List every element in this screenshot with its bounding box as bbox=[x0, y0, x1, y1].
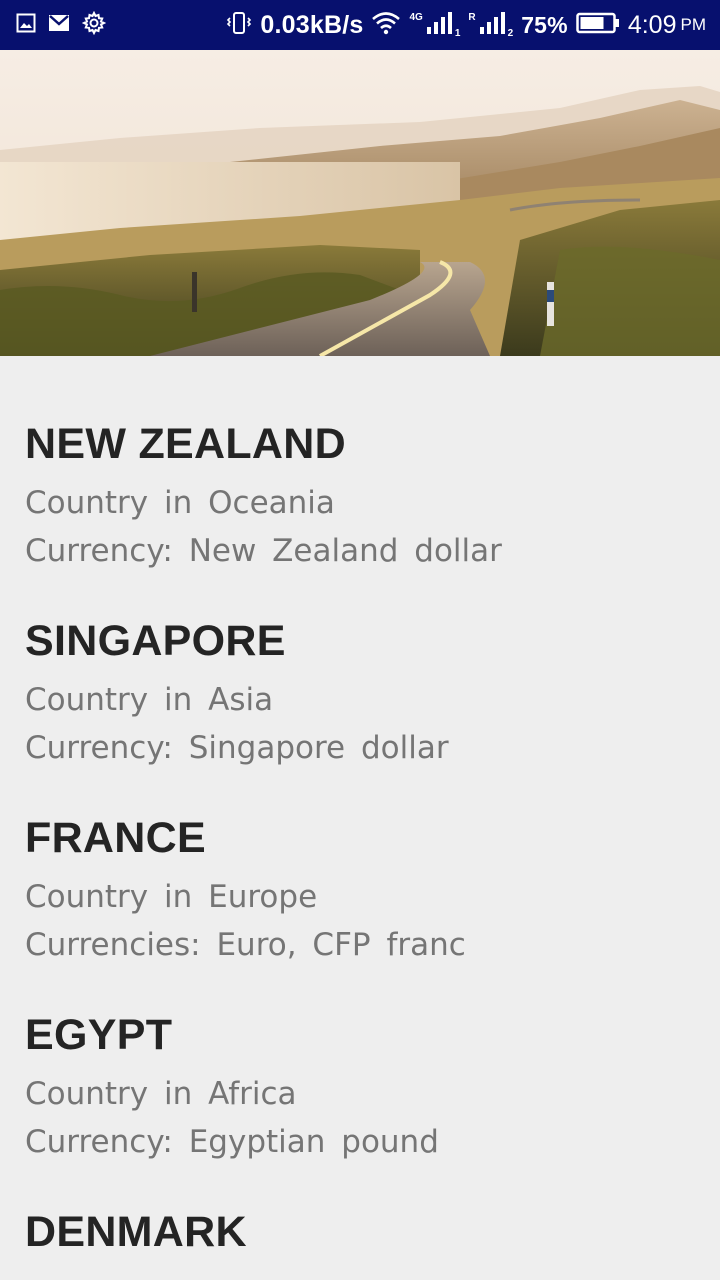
country-currency: Currencies: Euro, CFP franc bbox=[25, 927, 466, 963]
country-item-france[interactable]: FRANCE Country in Europe Currencies: Eur… bbox=[25, 803, 695, 969]
signal-icon bbox=[478, 11, 506, 40]
country-item-singapore[interactable]: SINGAPORE Country in Asia Currency: Sing… bbox=[25, 606, 695, 772]
country-region: Country in Europe bbox=[25, 879, 318, 915]
country-name: NEW ZEALAND bbox=[25, 420, 346, 468]
network-type-label: 4G bbox=[409, 11, 423, 23]
battery-icon bbox=[576, 12, 620, 39]
country-name: EGYPT bbox=[25, 1011, 173, 1059]
country-item-denmark[interactable]: DENMARK bbox=[25, 1197, 695, 1267]
country-region: Country in Africa bbox=[25, 1076, 297, 1112]
status-bar-right: 0.03kB/s 4G 1 R 2 75% 4:09 PM bbox=[226, 10, 706, 41]
sim2-label: 2 bbox=[507, 27, 514, 39]
battery-percent: 75% bbox=[521, 11, 568, 38]
settings-gear-icon bbox=[81, 10, 107, 40]
gmail-icon bbox=[48, 14, 70, 37]
country-currency: Currency: Singapore dollar bbox=[25, 730, 449, 766]
signal-icon bbox=[425, 11, 453, 40]
country-name: SINGAPORE bbox=[25, 617, 286, 665]
status-bar: 0.03kB/s 4G 1 R 2 75% 4:09 PM bbox=[0, 0, 720, 50]
status-bar-left bbox=[16, 10, 107, 40]
sim1-label: 1 bbox=[454, 27, 461, 39]
country-list: NEW ZEALAND Country in Oceania Currency:… bbox=[25, 356, 695, 1267]
country-item-new-zealand[interactable]: NEW ZEALAND Country in Oceania Currency:… bbox=[25, 409, 695, 575]
vibrate-icon bbox=[226, 10, 252, 41]
network-speed: 0.03kB/s bbox=[260, 10, 364, 39]
clock-time: 4:09 bbox=[627, 10, 677, 39]
country-region: Country in Asia bbox=[25, 682, 274, 718]
roaming-label: R bbox=[468, 11, 476, 23]
clock-ampm: PM bbox=[680, 15, 707, 34]
coastal-road-landscape-image bbox=[0, 50, 720, 356]
gallery-icon bbox=[16, 13, 36, 38]
country-currency: Currency: New Zealand dollar bbox=[25, 533, 502, 569]
country-region: Country in Oceania bbox=[25, 485, 335, 521]
country-name: DENMARK bbox=[25, 1208, 247, 1256]
wifi-icon bbox=[371, 11, 401, 40]
country-name: FRANCE bbox=[25, 814, 206, 862]
country-item-egypt[interactable]: EGYPT Country in Africa Currency: Egypti… bbox=[25, 1000, 695, 1166]
country-currency: Currency: Egyptian pound bbox=[25, 1124, 439, 1160]
